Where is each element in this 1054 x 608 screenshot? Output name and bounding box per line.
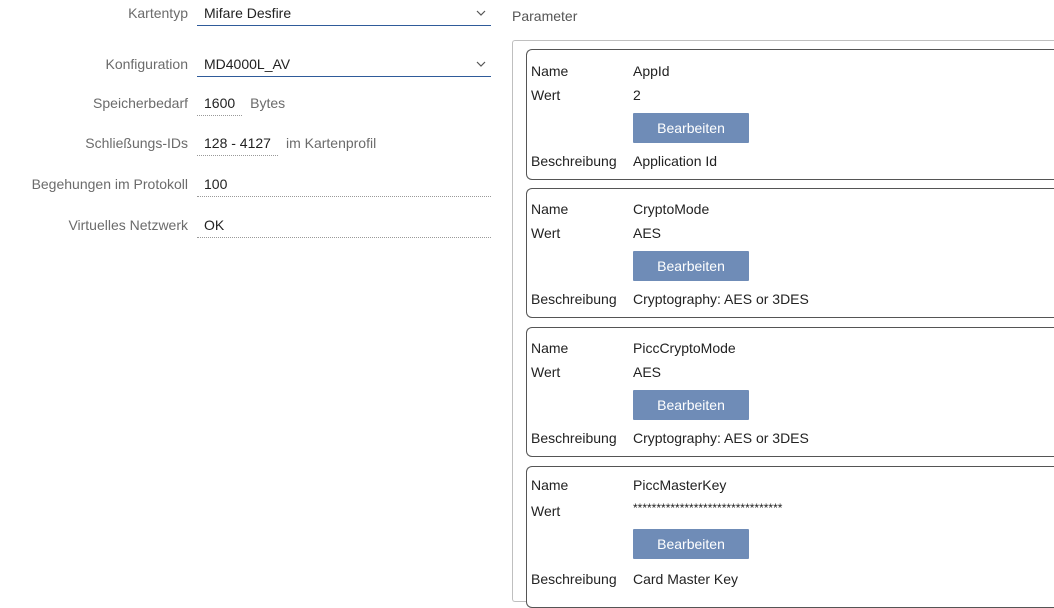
memory-unit: Bytes [250, 95, 286, 111]
value-key: Wert [531, 225, 561, 241]
name-key: Name [531, 477, 569, 493]
locking-ids-field: 128 - 4127 im Kartenprofil [197, 131, 377, 156]
description-key: Beschreibung [531, 291, 617, 307]
parameter-title: Parameter [512, 8, 578, 24]
parameter-name: CryptoMode [633, 201, 710, 217]
edit-button[interactable]: Bearbeiten [633, 113, 749, 143]
description-key: Beschreibung [531, 153, 617, 169]
parameter-value: 2 [633, 87, 641, 103]
parameter-value: ******************************** [633, 501, 783, 515]
edit-button[interactable]: Bearbeiten [633, 390, 749, 420]
value-key: Wert [531, 503, 561, 519]
parameter-value: AES [633, 364, 662, 380]
card-type-select[interactable]: Mifare Desfire [197, 1, 491, 26]
protocol-value: 100 [204, 176, 228, 192]
name-key: Name [531, 63, 569, 79]
memory-label: Speicherbedarf [93, 95, 188, 111]
parameter-card: Name AppId Wert 2 Bearbeiten Beschreibun… [526, 49, 1054, 180]
configuration-label: Konfiguration [105, 56, 188, 72]
parameter-name: AppId [633, 63, 670, 79]
parameter-name: PiccCryptoMode [633, 340, 736, 356]
parameter-description: Card Master Key [633, 571, 739, 587]
name-key: Name [531, 201, 569, 217]
parameter-card: Name CryptoMode Wert AES Bearbeiten Besc… [526, 188, 1054, 318]
edit-button[interactable]: Bearbeiten [633, 251, 749, 281]
parameter-card: Name PiccMasterKey Wert ****************… [526, 466, 1054, 608]
description-key: Beschreibung [531, 430, 617, 446]
card-type-label: Kartentyp [128, 5, 188, 21]
network-value: OK [204, 217, 225, 233]
parameter-value: AES [633, 225, 662, 241]
parameter-description: Cryptography: AES or 3DES [633, 291, 809, 307]
protocol-field[interactable]: 100 [197, 172, 491, 197]
chevron-down-icon [476, 61, 486, 67]
network-label: Virtuelles Netzwerk [68, 217, 188, 233]
protocol-label: Begehungen im Protokoll [31, 176, 188, 192]
parameter-description: Cryptography: AES or 3DES [633, 430, 809, 446]
configuration-select[interactable]: MD4000L_AV [197, 52, 491, 77]
name-key: Name [531, 340, 569, 356]
value-key: Wert [531, 87, 561, 103]
edit-button[interactable]: Bearbeiten [633, 529, 749, 559]
parameter-description: Application Id [633, 153, 718, 169]
locking-ids-value: 128 - 4127 [197, 131, 278, 156]
parameter-name: PiccMasterKey [633, 477, 727, 493]
memory-value: 1600 [197, 91, 243, 116]
value-key: Wert [531, 364, 561, 380]
locking-ids-unit: im Kartenprofil [285, 135, 377, 151]
chevron-down-icon [476, 10, 486, 16]
parameter-card: Name PiccCryptoMode Wert AES Bearbeiten … [526, 327, 1054, 457]
description-key: Beschreibung [531, 571, 617, 587]
memory-field: 1600 Bytes [197, 91, 286, 116]
configuration-value: MD4000L_AV [204, 56, 291, 72]
network-field: OK [197, 213, 491, 238]
card-type-value: Mifare Desfire [204, 5, 292, 21]
locking-ids-label: Schließungs-IDs [85, 135, 188, 151]
